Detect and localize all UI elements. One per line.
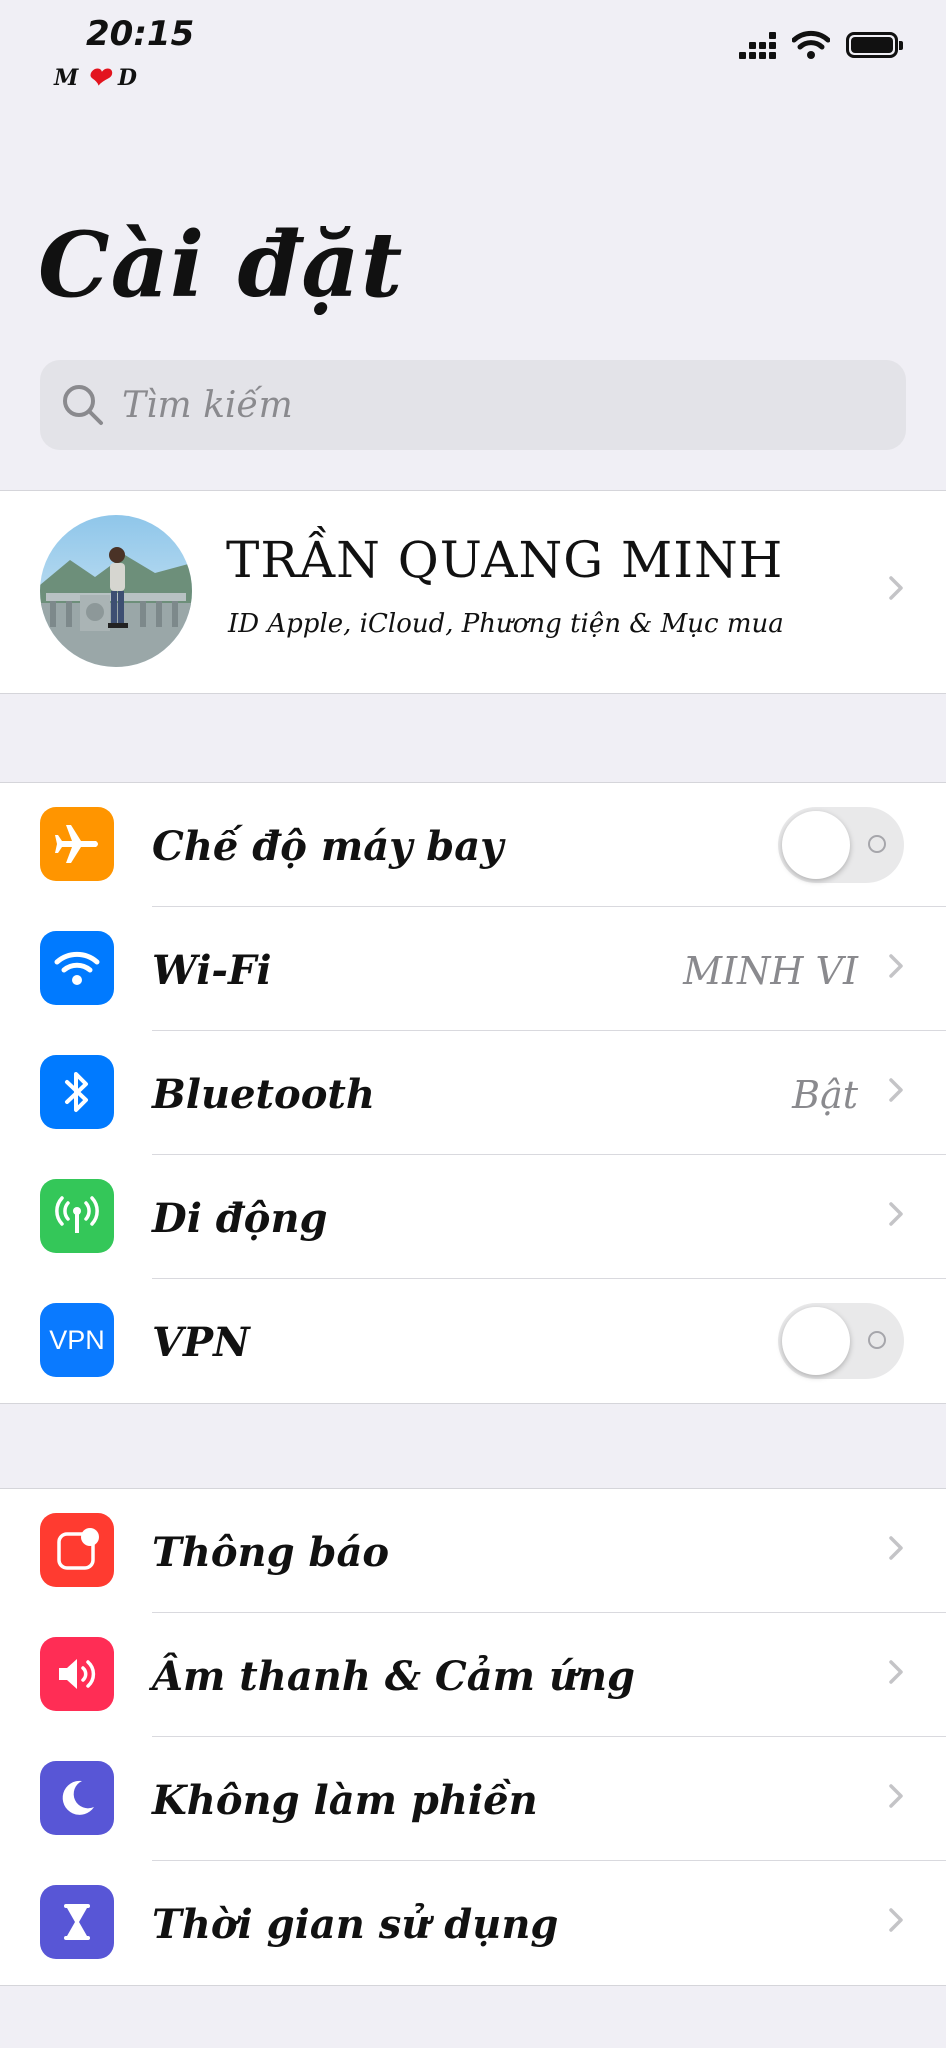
notifications-group: Thông báo Âm thanh & Cảm ứng Không làm p… — [0, 1488, 946, 1986]
battery-icon — [846, 32, 903, 58]
chevron-right-icon — [889, 1660, 903, 1684]
vpn-toggle[interactable] — [778, 1303, 904, 1379]
vpn-icon-text: VPN — [49, 1324, 105, 1355]
vpn-row: VPN VPN — [0, 1279, 946, 1403]
carrier-label: M ❤ D — [54, 64, 137, 92]
connectivity-group: Chế độ máy bay Wi-Fi MINH VI Bluetooth B… — [0, 782, 946, 1404]
carrier-left: M — [54, 65, 79, 91]
search-input[interactable] — [120, 383, 884, 427]
chevron-right-icon — [889, 1784, 903, 1808]
airplane-mode-label: Chế độ máy bay — [152, 823, 504, 870]
wifi-label: Wi-Fi — [152, 947, 272, 994]
chevron-right-icon — [889, 1078, 903, 1102]
cellular-icon — [40, 1179, 114, 1253]
bluetooth-row[interactable]: Bluetooth Bật — [0, 1031, 946, 1155]
airplane-icon — [40, 807, 114, 881]
heart-icon: ❤ — [86, 61, 110, 94]
airplane-mode-row: Chế độ máy bay — [0, 783, 946, 907]
do-not-disturb-row[interactable]: Không làm phiền — [0, 1737, 946, 1861]
bluetooth-value: Bật — [792, 1073, 858, 1117]
notifications-row[interactable]: Thông báo — [0, 1489, 946, 1613]
sounds-haptics-row[interactable]: Âm thanh & Cảm ứng — [0, 1613, 946, 1737]
vpn-label: VPN — [152, 1319, 250, 1366]
cellular-label: Di động — [152, 1195, 328, 1242]
notifications-label: Thông báo — [152, 1529, 390, 1576]
screen-time-row[interactable]: Thời gian sử dụng — [0, 1861, 946, 1985]
moon-icon — [40, 1761, 114, 1835]
status-indicators — [739, 30, 903, 60]
search-bar[interactable] — [40, 360, 906, 450]
screen-time-label: Thời gian sử dụng — [152, 1901, 559, 1948]
chevron-right-icon — [889, 954, 903, 978]
chevron-right-icon — [889, 1908, 903, 1932]
wifi-status-icon — [792, 30, 830, 59]
profile-subtitle: ID Apple, iCloud, Phương tiện & Mục mua — [228, 609, 784, 639]
search-icon — [63, 385, 103, 425]
notifications-icon — [40, 1513, 114, 1587]
avatar — [40, 515, 192, 667]
cellular-row[interactable]: Di động — [0, 1155, 946, 1279]
sound-icon — [40, 1637, 114, 1711]
chevron-right-icon — [889, 1536, 903, 1560]
chevron-right-icon — [889, 1202, 903, 1226]
bluetooth-icon — [40, 1055, 114, 1129]
sounds-haptics-label: Âm thanh & Cảm ứng — [152, 1653, 636, 1700]
wifi-row[interactable]: Wi-Fi MINH VI — [0, 907, 946, 1031]
wifi-network-value: MINH VI — [683, 949, 858, 993]
chevron-right-icon — [889, 576, 903, 600]
hourglass-icon — [40, 1885, 114, 1959]
status-time: 20:15 — [86, 14, 195, 54]
apple-id-row[interactable]: TRẦN QUANG MINH ID Apple, iCloud, Phương… — [0, 490, 946, 694]
do-not-disturb-label: Không làm phiền — [152, 1777, 538, 1824]
cellular-signal-icon — [739, 31, 776, 59]
bluetooth-label: Bluetooth — [152, 1071, 375, 1118]
status-bar: 20:15 M ❤ D — [0, 0, 946, 110]
carrier-right: D — [117, 65, 137, 91]
profile-name: TRẦN QUANG MINH — [226, 531, 784, 589]
wifi-icon — [40, 931, 114, 1005]
airplane-mode-toggle[interactable] — [778, 807, 904, 883]
page-title: Cài đặt — [38, 212, 404, 318]
vpn-icon: VPN — [40, 1303, 114, 1377]
